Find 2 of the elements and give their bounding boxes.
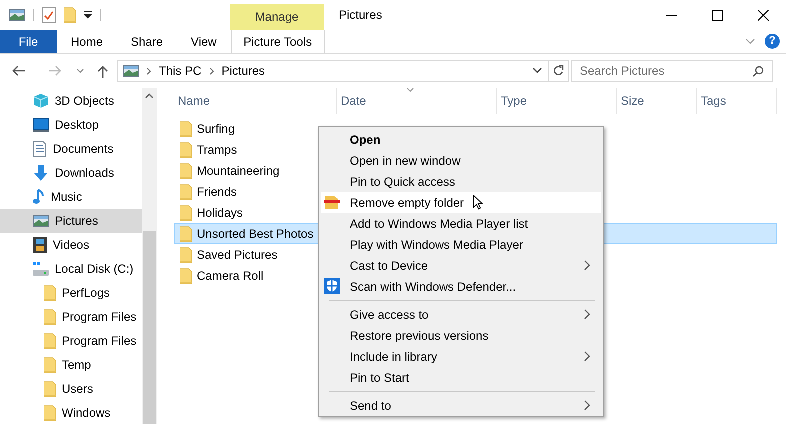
- contextual-tab-header: Manage: [230, 4, 324, 30]
- window-title: Pictures: [339, 7, 382, 24]
